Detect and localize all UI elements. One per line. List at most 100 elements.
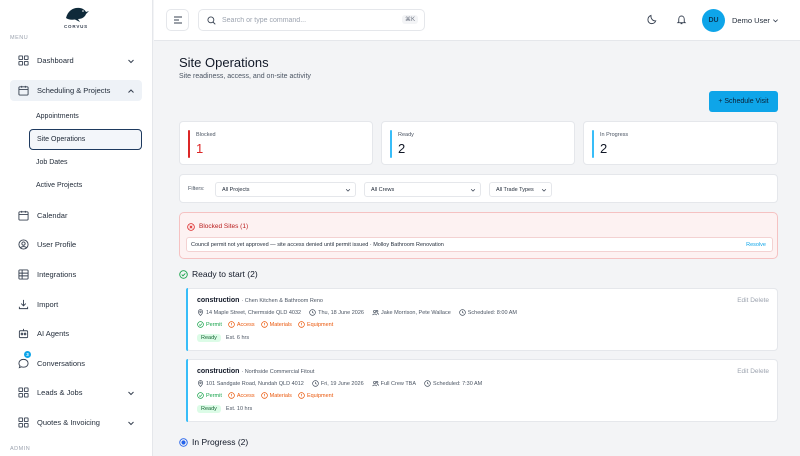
card-accent-bar <box>186 359 188 422</box>
card-status-row: Ready Est. 6 hrs <box>197 334 249 342</box>
sidebar-item-dashboard[interactable]: Dashboard <box>10 50 142 71</box>
site-card[interactable]: construction · Chen Kitchen & Bathroom R… <box>186 288 778 351</box>
select-value: All Trade Types <box>496 186 534 193</box>
sidebar-item-conversations[interactable]: 3 Conversations <box>10 351 142 374</box>
calendar-icon <box>18 210 29 221</box>
check-access: Access <box>236 392 255 399</box>
download-icon <box>18 299 29 310</box>
card-type: construction <box>197 368 240 375</box>
sidebar-toggle-button[interactable] <box>166 9 189 31</box>
sidebar: CORVUS MENU Dashboard Scheduling & Proje… <box>0 0 153 456</box>
sidebar-item-label: Integrations <box>37 270 77 279</box>
alert-circle-icon <box>228 392 235 399</box>
ready-section-title: Ready to start (2) <box>192 269 258 279</box>
sidebar-subitem-job-dates[interactable]: Job Dates <box>29 152 142 173</box>
sidebar-subitem-site-operations[interactable]: Site Operations <box>29 129 142 150</box>
sidebar-item-integrations[interactable]: Integrations <box>10 264 142 285</box>
sidebar-item-ai-agents[interactable]: AI Agents <box>10 323 142 344</box>
blocked-sites-title: Blocked Sites (1) <box>199 223 249 230</box>
stat-value: 1 <box>196 141 204 156</box>
card-meta: 14 Maple Street, Chermside QLD 4032 Thu,… <box>197 309 517 316</box>
clock-icon <box>424 380 431 387</box>
page-subtitle: Site readiness, access, and on-site acti… <box>179 73 311 80</box>
stat-value: 2 <box>600 141 608 156</box>
sidebar-subitem-appointments[interactable]: Appointments <box>29 106 142 127</box>
stat-accent-bar <box>188 130 190 158</box>
chevron-down-icon <box>128 59 134 64</box>
card-title: construction · Chen Kitchen & Bathroom R… <box>197 297 323 304</box>
sidebar-item-quotes-invoicing[interactable]: Quotes & Invoicing <box>10 412 142 433</box>
resolve-link[interactable]: Resolve <box>746 242 766 248</box>
map-pin-icon <box>197 309 204 316</box>
clock-icon <box>309 309 316 316</box>
sidebar-item-label: Dashboard <box>37 56 74 65</box>
card-scheduled-time: Scheduled: 7:30 AM <box>433 380 483 387</box>
card-type: construction <box>197 297 240 304</box>
sidebar-item-label: Import <box>37 300 59 309</box>
user-circle-icon <box>18 239 29 250</box>
ready-section-header: Ready to start (2) <box>179 269 258 279</box>
stat-label: Ready <box>398 132 414 138</box>
conversations-badge: 3 <box>24 351 31 358</box>
sidebar-item-label: Calendar <box>37 211 68 220</box>
chevron-down-icon <box>470 188 476 192</box>
check-permit: Permit <box>206 392 222 399</box>
brand-logo[interactable]: CORVUS <box>58 4 94 30</box>
chat-bubble-icon <box>18 358 29 369</box>
card-date: Fri, 19 June 2026 <box>320 380 364 387</box>
trade-type-filter-select[interactable]: All Trade Types <box>489 182 552 197</box>
calendar-icon <box>18 85 29 96</box>
brand-name: CORVUS <box>64 24 88 29</box>
grid-icon <box>18 387 29 398</box>
stat-accent-bar <box>592 130 594 158</box>
check-access: Access <box>236 321 255 328</box>
robot-icon <box>18 328 29 339</box>
site-card[interactable]: construction · Northside Commercial Fito… <box>186 359 778 422</box>
raven-logo-icon <box>66 7 89 22</box>
progress-circle-icon <box>179 437 188 447</box>
card-crew: Full Crew TBA <box>380 380 417 387</box>
chevron-down-icon[interactable] <box>772 17 779 24</box>
command-search[interactable]: ⌘K <box>198 9 425 31</box>
menu-section-label: MENU <box>10 35 29 41</box>
users-icon <box>372 380 379 387</box>
blocked-site-message: Council permit not yet approved — site a… <box>191 242 444 248</box>
user-name[interactable]: Demo User <box>732 16 770 25</box>
filter-bar: Filters: All Projects All Crews All Trad… <box>179 174 778 203</box>
stat-accent-bar <box>390 130 392 158</box>
sidebar-item-leads-jobs[interactable]: Leads & Jobs <box>10 382 142 403</box>
table-icon <box>18 269 29 280</box>
moon-icon[interactable] <box>647 14 658 25</box>
alert-circle-icon <box>228 321 235 328</box>
check-circle-icon <box>197 392 204 399</box>
status-badge: Ready <box>197 334 221 342</box>
sidebar-item-user-profile[interactable]: User Profile <box>10 234 142 255</box>
clock-icon <box>459 309 466 316</box>
crew-filter-select[interactable]: All Crews <box>364 182 481 197</box>
project-filter-select[interactable]: All Projects <box>215 182 356 197</box>
top-header: ⌘K DU Demo User <box>154 0 800 41</box>
chevron-down-icon <box>128 391 134 396</box>
blocked-sites-alert: Blocked Sites (1) Council permit not yet… <box>179 212 778 259</box>
stat-label: In Progress <box>600 132 629 138</box>
sidebar-item-scheduling[interactable]: Scheduling & Projects <box>10 80 142 101</box>
card-accent-bar <box>186 288 188 351</box>
card-title: construction · Northside Commercial Fito… <box>197 368 314 375</box>
sidebar-subitem-active-projects[interactable]: Active Projects <box>29 175 142 196</box>
search-input[interactable] <box>222 16 392 24</box>
stat-value: 2 <box>398 141 406 156</box>
search-icon <box>207 15 216 25</box>
check-materials: Materials <box>269 392 292 399</box>
blocked-site-row: Council permit not yet approved — site a… <box>186 237 773 252</box>
user-avatar[interactable]: DU <box>702 9 725 32</box>
sidebar-item-import[interactable]: Import <box>10 294 142 315</box>
card-estimate: Est. 6 hrs <box>225 335 250 341</box>
sidebar-item-label: Conversations <box>37 359 85 368</box>
card-actions[interactable]: Edit Delete <box>737 368 769 375</box>
check-permit: Permit <box>206 321 222 328</box>
sidebar-item-calendar[interactable]: Calendar <box>10 205 142 226</box>
schedule-visit-button[interactable]: + Schedule Visit <box>709 91 778 112</box>
search-shortcut-hint: ⌘K <box>401 15 418 24</box>
bell-icon[interactable] <box>676 14 687 25</box>
card-actions[interactable]: Edit Delete <box>737 297 769 304</box>
